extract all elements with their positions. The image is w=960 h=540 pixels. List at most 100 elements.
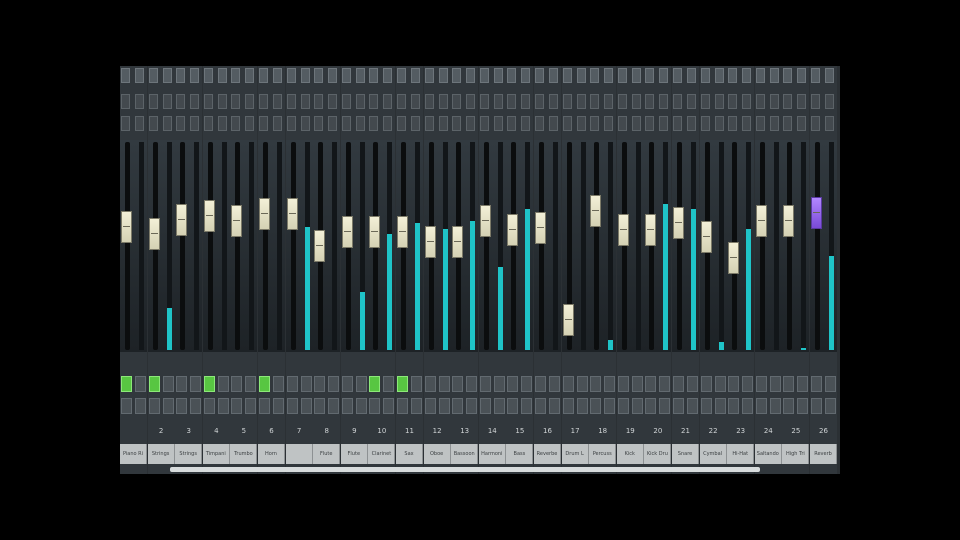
insert-button[interactable] <box>742 116 752 131</box>
record-enable-button[interactable] <box>355 68 365 83</box>
listen-button[interactable] <box>700 398 712 414</box>
volume-fader-handle[interactable] <box>341 215 353 248</box>
edit-button[interactable] <box>286 116 296 131</box>
insert-button[interactable] <box>162 116 172 131</box>
mute-button[interactable] <box>521 376 533 392</box>
record-enable-button[interactable] <box>521 68 531 83</box>
channel-name-label[interactable]: Clarinet <box>368 444 396 464</box>
record-enable-button[interactable] <box>797 68 807 83</box>
volume-fader-handle[interactable] <box>397 215 408 248</box>
insert-button[interactable] <box>190 116 200 131</box>
edit-button[interactable] <box>673 116 682 131</box>
insert-button[interactable] <box>825 116 834 131</box>
write-button[interactable] <box>466 94 476 109</box>
record-enable-button[interactable] <box>659 68 669 83</box>
read-button[interactable] <box>755 94 765 109</box>
listen-button[interactable] <box>645 398 657 414</box>
mute-button[interactable] <box>411 376 422 392</box>
mute-button[interactable] <box>135 376 146 392</box>
monitor-button[interactable] <box>493 398 505 414</box>
listen-button[interactable] <box>562 398 574 414</box>
solo-button[interactable] <box>121 376 132 392</box>
read-button[interactable] <box>259 94 268 109</box>
edit-button[interactable] <box>590 116 600 131</box>
monitor-button[interactable] <box>521 398 533 414</box>
input-monitor-button[interactable] <box>121 68 130 83</box>
input-monitor-button[interactable] <box>755 68 765 83</box>
input-monitor-button[interactable] <box>176 68 186 83</box>
record-enable-button[interactable] <box>245 68 255 83</box>
mute-button[interactable] <box>383 376 395 392</box>
insert-button[interactable] <box>383 116 393 131</box>
write-button[interactable] <box>383 94 393 109</box>
input-monitor-button[interactable] <box>397 68 406 83</box>
record-enable-button[interactable] <box>411 68 420 83</box>
edit-button[interactable] <box>369 116 379 131</box>
listen-button[interactable] <box>673 398 684 414</box>
read-button[interactable] <box>203 94 213 109</box>
read-button[interactable] <box>231 94 241 109</box>
edit-button[interactable] <box>231 116 241 131</box>
input-monitor-button[interactable] <box>728 68 738 83</box>
write-button[interactable] <box>687 94 696 109</box>
mute-button[interactable] <box>355 376 367 392</box>
channel-name-label[interactable]: Drum L <box>561 444 589 464</box>
edit-button[interactable] <box>203 116 213 131</box>
mute-button[interactable] <box>273 376 284 392</box>
monitor-button[interactable] <box>687 398 698 414</box>
write-button[interactable] <box>411 94 420 109</box>
insert-button[interactable] <box>631 116 641 131</box>
solo-button[interactable] <box>507 376 519 392</box>
listen-button[interactable] <box>424 398 436 414</box>
listen-button[interactable] <box>341 398 353 414</box>
monitor-button[interactable] <box>576 398 588 414</box>
input-monitor-button[interactable] <box>452 68 462 83</box>
insert-button[interactable] <box>687 116 696 131</box>
mute-button[interactable] <box>576 376 588 392</box>
record-enable-button[interactable] <box>466 68 476 83</box>
write-button[interactable] <box>604 94 614 109</box>
mute-button[interactable] <box>328 376 340 392</box>
input-monitor-button[interactable] <box>231 68 241 83</box>
listen-button[interactable] <box>617 398 629 414</box>
edit-button[interactable] <box>341 116 351 131</box>
mute-button[interactable] <box>549 376 560 392</box>
read-button[interactable] <box>590 94 600 109</box>
solo-button[interactable] <box>562 376 574 392</box>
listen-button[interactable] <box>148 398 160 414</box>
edit-button[interactable] <box>811 116 820 131</box>
record-enable-button[interactable] <box>217 68 227 83</box>
record-enable-button[interactable] <box>742 68 752 83</box>
channel-name-label[interactable]: Sax <box>396 444 423 464</box>
read-button[interactable] <box>507 94 517 109</box>
insert-button[interactable] <box>411 116 420 131</box>
edit-button[interactable] <box>479 116 489 131</box>
volume-fader-handle[interactable] <box>645 214 657 247</box>
channel-name-label[interactable]: Strings <box>175 444 203 464</box>
read-button[interactable] <box>811 94 820 109</box>
channel-name-label[interactable]: Percuss <box>589 444 617 464</box>
edit-button[interactable] <box>121 116 130 131</box>
write-button[interactable] <box>273 94 282 109</box>
volume-fader-handle[interactable] <box>424 226 436 259</box>
volume-fader-handle[interactable] <box>314 230 326 262</box>
write-button[interactable] <box>300 94 310 109</box>
insert-button[interactable] <box>604 116 614 131</box>
solo-button[interactable] <box>673 376 684 392</box>
channel-name-label[interactable] <box>285 444 313 464</box>
volume-fader-handle[interactable] <box>259 198 270 231</box>
channel-name-label[interactable]: Trumbo <box>230 444 258 464</box>
input-monitor-button[interactable] <box>341 68 351 83</box>
write-button[interactable] <box>549 94 558 109</box>
edit-button[interactable] <box>507 116 517 131</box>
listen-button[interactable] <box>507 398 519 414</box>
insert-button[interactable] <box>493 116 503 131</box>
read-button[interactable] <box>424 94 434 109</box>
read-button[interactable] <box>562 94 572 109</box>
input-monitor-button[interactable] <box>673 68 682 83</box>
horizontal-scrollbar[interactable] <box>170 467 760 472</box>
channel-name-label[interactable]: Bassoon <box>451 444 479 464</box>
monitor-button[interactable] <box>411 398 422 414</box>
monitor-button[interactable] <box>714 398 726 414</box>
monitor-button[interactable] <box>328 398 340 414</box>
